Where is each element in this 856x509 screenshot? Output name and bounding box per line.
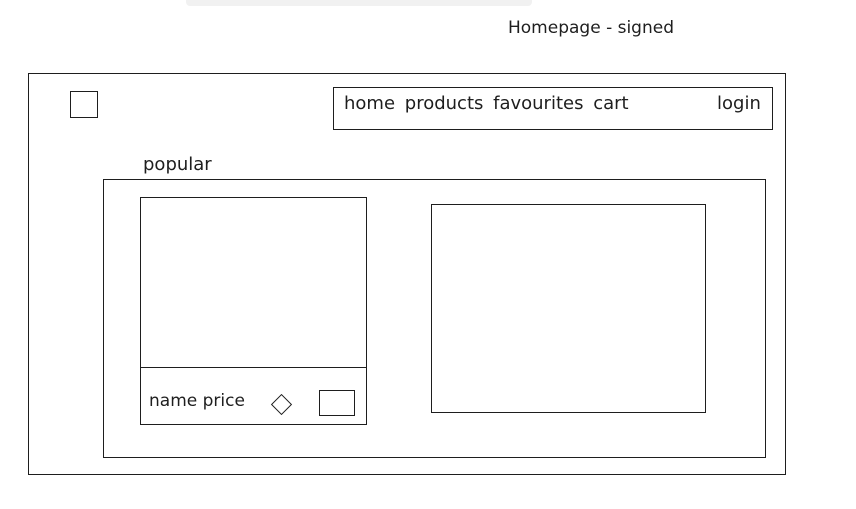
nav-home-link[interactable]: home: [344, 93, 395, 114]
logo-icon[interactable]: [70, 91, 98, 118]
product-price: price: [202, 391, 245, 411]
top-smudge: [186, 0, 532, 6]
nav-products-link[interactable]: products: [405, 93, 484, 114]
nav-cart-link[interactable]: cart: [593, 93, 628, 114]
product-info: name price: [149, 393, 245, 410]
login-link[interactable]: login: [717, 95, 761, 113]
product-image[interactable]: [141, 198, 366, 368]
nav-favourites-link[interactable]: favourites: [493, 93, 583, 114]
add-to-cart-button[interactable]: [319, 390, 355, 416]
product-name: name: [149, 391, 198, 411]
favourite-icon[interactable]: [270, 393, 293, 416]
popular-heading: popular: [143, 154, 212, 175]
page-title: Homepage - signed: [508, 18, 674, 38]
featured-banner[interactable]: [431, 204, 706, 413]
nav-links: home products favourites cart: [344, 95, 633, 113]
product-card[interactable]: name price: [140, 197, 367, 425]
